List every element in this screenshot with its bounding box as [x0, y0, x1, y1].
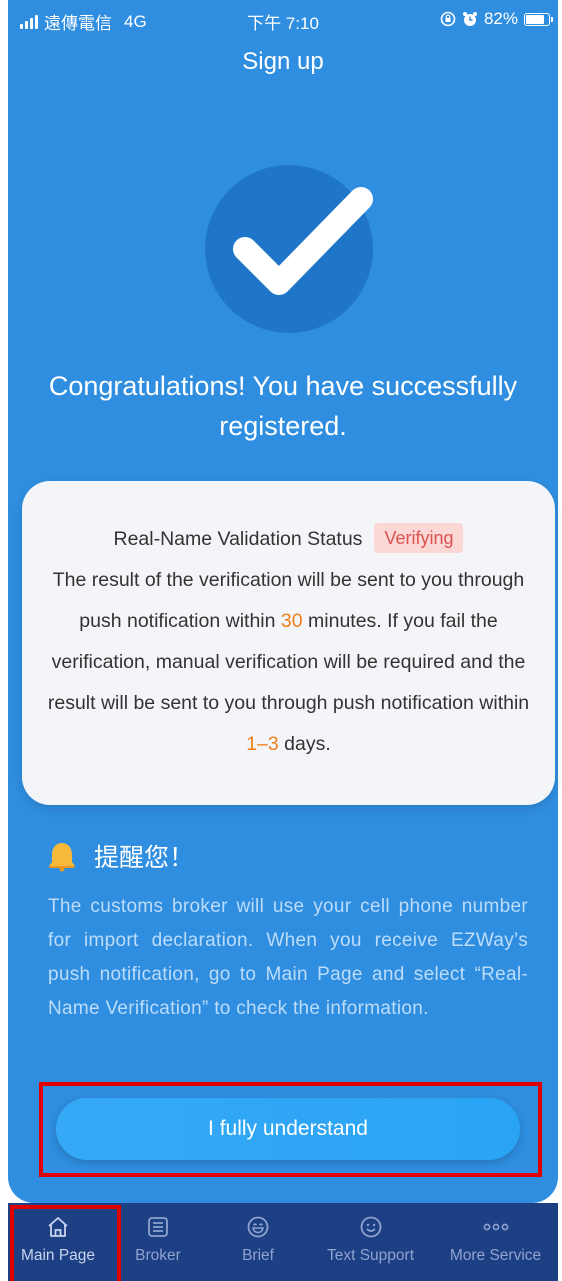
tab-label: Text Support [326, 1247, 415, 1264]
minutes-value: 30 [280, 610, 303, 632]
battery-level [526, 14, 545, 24]
list-icon [148, 1217, 168, 1237]
reminder-title: 提醒您！ [94, 844, 195, 872]
tab-text-support[interactable]: Text Support [308, 1203, 433, 1281]
reminder-header: 提醒您！ [46, 838, 194, 874]
check-icon [233, 187, 373, 295]
tab-broker[interactable]: Broker [108, 1203, 208, 1281]
success-message: Congratulations! You have successfully r… [48, 371, 518, 441]
status-badge: Verifying [374, 522, 464, 553]
validation-status-row: Real-Name Validation Status Verifying [36, 519, 541, 560]
more-icon [483, 1223, 508, 1231]
status-right: 82% [440, 9, 553, 29]
tab-label: More Service [449, 1247, 542, 1264]
reminder-text: The customs broker will use your cell ph… [48, 896, 528, 1019]
battery-percent: 82% [483, 9, 518, 28]
bell-icon [49, 843, 75, 872]
days-value: 1–3 [246, 733, 279, 755]
i-fully-understand-button[interactable]: I fully understand [56, 1098, 520, 1160]
battery-icon [524, 12, 553, 26]
description-text-3: days. [278, 733, 331, 755]
status-bar: 遠傳電信 4G 下午 7:10 82% [8, 0, 558, 40]
tab-highlight-frame [10, 1205, 121, 1281]
alarm-icon [462, 12, 477, 26]
signup-success-screen: 遠傳電信 4G 下午 7:10 82% Sign up Congratulati… [0, 0, 562, 1281]
tab-label: Brief [242, 1247, 274, 1264]
chat-smile-icon [360, 1216, 381, 1238]
tab-label: Broker [135, 1247, 181, 1264]
orientation-lock-icon [440, 11, 456, 27]
validation-status-label: Real-Name Validation Status [113, 528, 363, 550]
tab-brief[interactable]: Brief [208, 1203, 308, 1281]
smile-icon [247, 1216, 269, 1238]
verification-info-card: Real-Name Validation Status Verifying The… [22, 481, 555, 805]
success-badge [205, 165, 373, 333]
page-title: Sign up [242, 48, 324, 75]
tab-more-service[interactable]: More Service [433, 1203, 558, 1281]
verification-description: The result of the verification will be s… [36, 560, 541, 765]
